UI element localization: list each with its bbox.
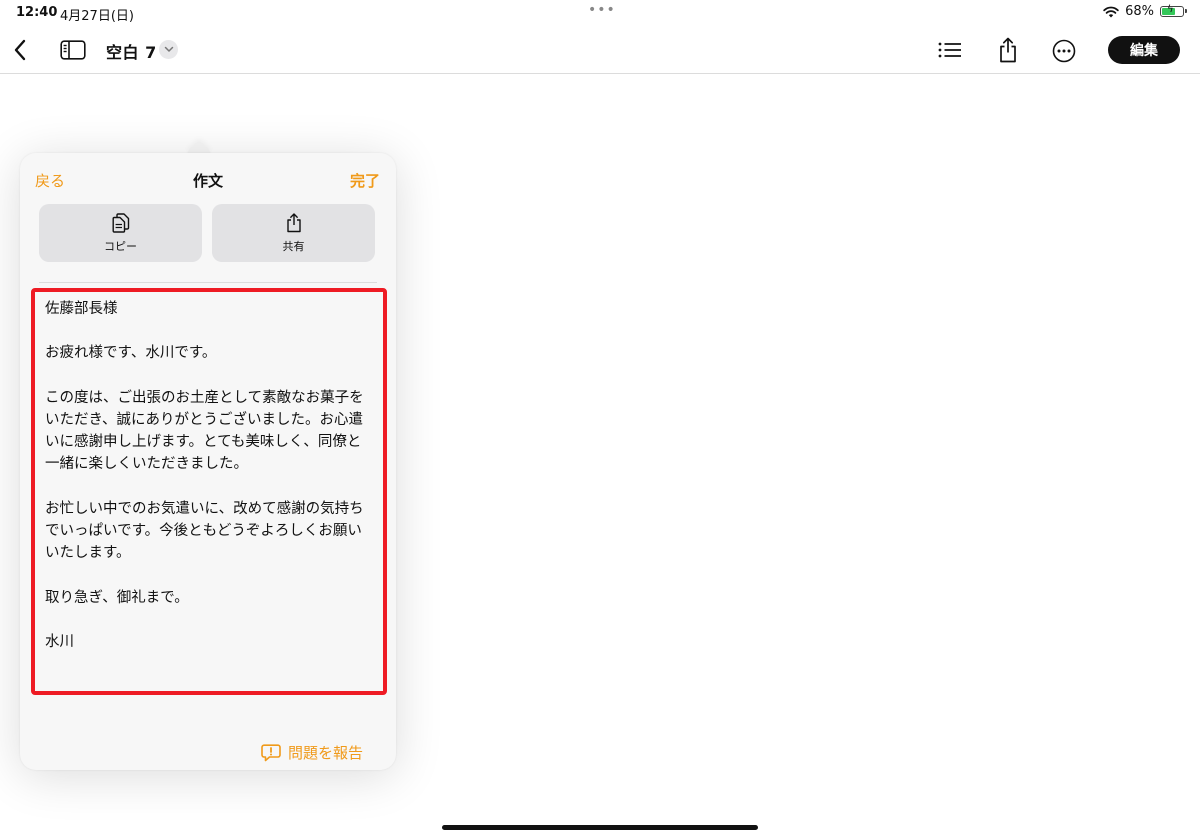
- more-button[interactable]: [1050, 37, 1078, 65]
- multitasking-dots-icon[interactable]: •••: [588, 2, 616, 18]
- share-button[interactable]: [994, 36, 1022, 64]
- battery-icon: ϟ: [1160, 4, 1187, 17]
- list-button[interactable]: [936, 38, 964, 62]
- edit-button[interactable]: 編集: [1108, 36, 1180, 64]
- toolbar: 空白 7 編集: [0, 26, 1200, 74]
- more-icon: [1052, 39, 1076, 63]
- charging-bolt-icon: ϟ: [1167, 4, 1174, 15]
- status-date: 4月27日(日): [60, 9, 134, 24]
- share-label: 共有: [282, 240, 305, 253]
- status-time: 12:40: [16, 5, 58, 20]
- wifi-icon: [1103, 6, 1119, 17]
- report-issue-label: 問題を報告: [288, 744, 364, 762]
- copy-label: コピー: [104, 240, 137, 253]
- sidebar-toggle-button[interactable]: [58, 38, 88, 62]
- writing-tools-popover: 戻る 作文 完了 コピー 共有 佐藤部長様 お疲れ様です、水川です。 この度は、…: [20, 153, 396, 770]
- chevron-down-icon: [164, 46, 173, 52]
- report-issue-button[interactable]: 問題を報告: [261, 742, 363, 763]
- share-icon: [286, 212, 301, 232]
- back-button[interactable]: [8, 36, 32, 64]
- copy-button[interactable]: コピー: [39, 204, 202, 262]
- share-icon: [1000, 37, 1016, 63]
- status-bar: 12:40 4月27日(日) ••• 68% ϟ: [0, 0, 1200, 26]
- divider: [39, 282, 377, 283]
- home-indicator[interactable]: [442, 825, 758, 830]
- document-title[interactable]: 空白 7: [106, 39, 157, 63]
- battery-percent: 68%: [1125, 4, 1154, 19]
- title-menu-button[interactable]: [159, 40, 178, 59]
- copy-icon: [112, 212, 129, 233]
- report-bubble-icon: [261, 743, 281, 761]
- share-action-button[interactable]: 共有: [212, 204, 375, 262]
- chevron-left-icon: [14, 39, 26, 61]
- status-right: 68% ϟ: [1103, 4, 1187, 19]
- composed-text[interactable]: 佐藤部長様 お疲れ様です、水川です。 この度は、ご出張のお土産として素敵なお菓子…: [45, 298, 375, 653]
- popover-done-button[interactable]: 完了: [350, 170, 380, 191]
- popover-title: 作文: [192, 172, 223, 190]
- sidebar-icon: [60, 40, 86, 60]
- list-icon: [938, 42, 961, 58]
